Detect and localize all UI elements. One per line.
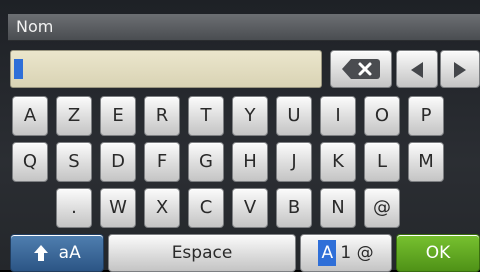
key-c[interactable]: C xyxy=(188,188,224,228)
key-w[interactable]: W xyxy=(100,188,136,228)
backspace-button[interactable] xyxy=(330,50,392,88)
backspace-icon xyxy=(342,59,380,79)
key-x[interactable]: X xyxy=(144,188,180,228)
keyboard-screen: Nom A Z E R T Y U I O P Q S D F G H J K … xyxy=(0,0,480,272)
key-s[interactable]: S xyxy=(56,142,92,182)
key-i[interactable]: I xyxy=(320,96,356,136)
key-e[interactable]: E xyxy=(100,96,136,136)
cursor-left-button[interactable] xyxy=(396,50,438,88)
text-cursor xyxy=(14,59,23,79)
key-v[interactable]: V xyxy=(232,188,268,228)
key-g[interactable]: G xyxy=(188,142,224,182)
key-m[interactable]: M xyxy=(408,142,444,182)
ok-button[interactable]: OK xyxy=(396,234,480,272)
key-l[interactable]: L xyxy=(364,142,400,182)
key-o[interactable]: O xyxy=(364,96,400,136)
key-period[interactable]: . xyxy=(56,188,92,228)
key-j[interactable]: J xyxy=(276,142,312,182)
field-title: Nom xyxy=(16,17,54,36)
key-at[interactable]: @ xyxy=(364,188,400,228)
mode-other-options: 1 @ xyxy=(340,243,374,263)
cursor-right-button[interactable] xyxy=(440,50,480,88)
space-button[interactable]: Espace xyxy=(108,234,296,272)
text-input[interactable] xyxy=(10,50,322,88)
input-mode-button[interactable]: A1 @ xyxy=(300,234,392,272)
key-d[interactable]: D xyxy=(100,142,136,182)
key-p[interactable]: P xyxy=(408,96,444,136)
arrow-right-icon xyxy=(454,62,466,78)
mode-alpha-active: A xyxy=(318,240,337,266)
key-f[interactable]: F xyxy=(144,142,180,182)
key-k[interactable]: K xyxy=(320,142,356,182)
arrow-left-icon xyxy=(411,62,423,78)
key-y[interactable]: Y xyxy=(232,96,268,136)
key-t[interactable]: T xyxy=(188,96,224,136)
arrow-up-icon xyxy=(34,245,49,261)
shift-case-button[interactable]: aA xyxy=(10,234,104,272)
key-b[interactable]: B xyxy=(276,188,312,228)
key-q[interactable]: Q xyxy=(12,142,48,182)
key-a[interactable]: A xyxy=(12,96,48,136)
key-u[interactable]: U xyxy=(276,96,312,136)
key-r[interactable]: R xyxy=(144,96,180,136)
key-n[interactable]: N xyxy=(320,188,356,228)
shift-label: aA xyxy=(58,243,81,263)
key-h[interactable]: H xyxy=(232,142,268,182)
title-bar: Nom xyxy=(8,14,480,41)
key-z[interactable]: Z xyxy=(56,96,92,136)
